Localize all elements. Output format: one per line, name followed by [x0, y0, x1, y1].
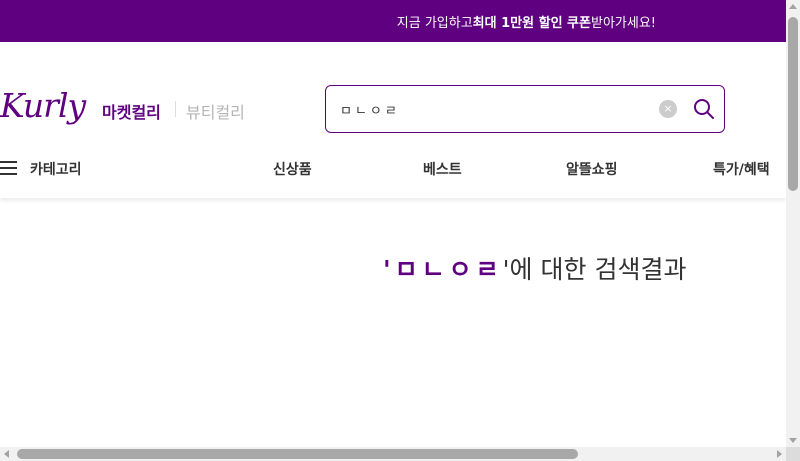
- result-suffix: '에 대한 검색결과: [502, 255, 687, 284]
- nav-new-products[interactable]: 신상품: [273, 159, 312, 179]
- vertical-scrollbar[interactable]: [786, 0, 800, 447]
- hamburger-menu-icon[interactable]: [0, 161, 17, 175]
- nav-best[interactable]: 베스트: [423, 159, 462, 179]
- category-nav: 카테고리 신상품 베스트 알뜰쇼핑 특가/혜택: [0, 154, 786, 186]
- scrollbar-corner: [786, 447, 800, 461]
- result-open-quote: ': [383, 255, 395, 284]
- scroll-down-arrow-icon[interactable]: [789, 438, 797, 443]
- promo-suffix: 받아가세요!: [590, 15, 656, 31]
- search-result-title: 'ㅁㄴㅇㄹ'에 대한 검색결과: [383, 250, 686, 286]
- search-box: ×: [325, 85, 725, 133]
- search-input[interactable]: [340, 97, 650, 121]
- tab-beauty-kurly[interactable]: 뷰티컬리: [186, 99, 245, 123]
- search-icon[interactable]: [692, 97, 716, 121]
- category-menu[interactable]: 카테고리: [30, 159, 82, 179]
- tab-market-kurly[interactable]: 마켓컬리: [102, 99, 161, 123]
- scroll-left-arrow-icon[interactable]: [4, 450, 9, 458]
- promo-banner[interactable]: 지금 가입하고 최대 1만원 할인 쿠폰 받아가세요!: [0, 0, 786, 42]
- clear-search-icon[interactable]: ×: [659, 100, 677, 118]
- horizontal-scrollbar[interactable]: [0, 447, 786, 461]
- tab-divider: [175, 101, 176, 117]
- promo-highlight: 최대 1만원 할인 쿠폰: [472, 15, 591, 31]
- nav-special-deals[interactable]: 특가/혜택: [713, 159, 770, 179]
- vertical-scroll-thumb[interactable]: [788, 17, 798, 191]
- scroll-right-arrow-icon[interactable]: [777, 450, 782, 458]
- kurly-logo[interactable]: Kurly: [0, 86, 86, 125]
- nav-thrifty-shopping[interactable]: 알뜰쇼핑: [566, 159, 618, 179]
- result-keyword: ㅁㄴㅇㄹ: [394, 255, 503, 284]
- scroll-up-arrow-icon[interactable]: [789, 4, 797, 9]
- horizontal-scroll-thumb[interactable]: [17, 449, 578, 459]
- promo-prefix: 지금 가입하고: [396, 15, 473, 31]
- site-header: Kurly 마켓컬리 뷰티컬리 × 카테고리 신상품 베스트 알뜰쇼핑 특가/혜…: [0, 42, 786, 198]
